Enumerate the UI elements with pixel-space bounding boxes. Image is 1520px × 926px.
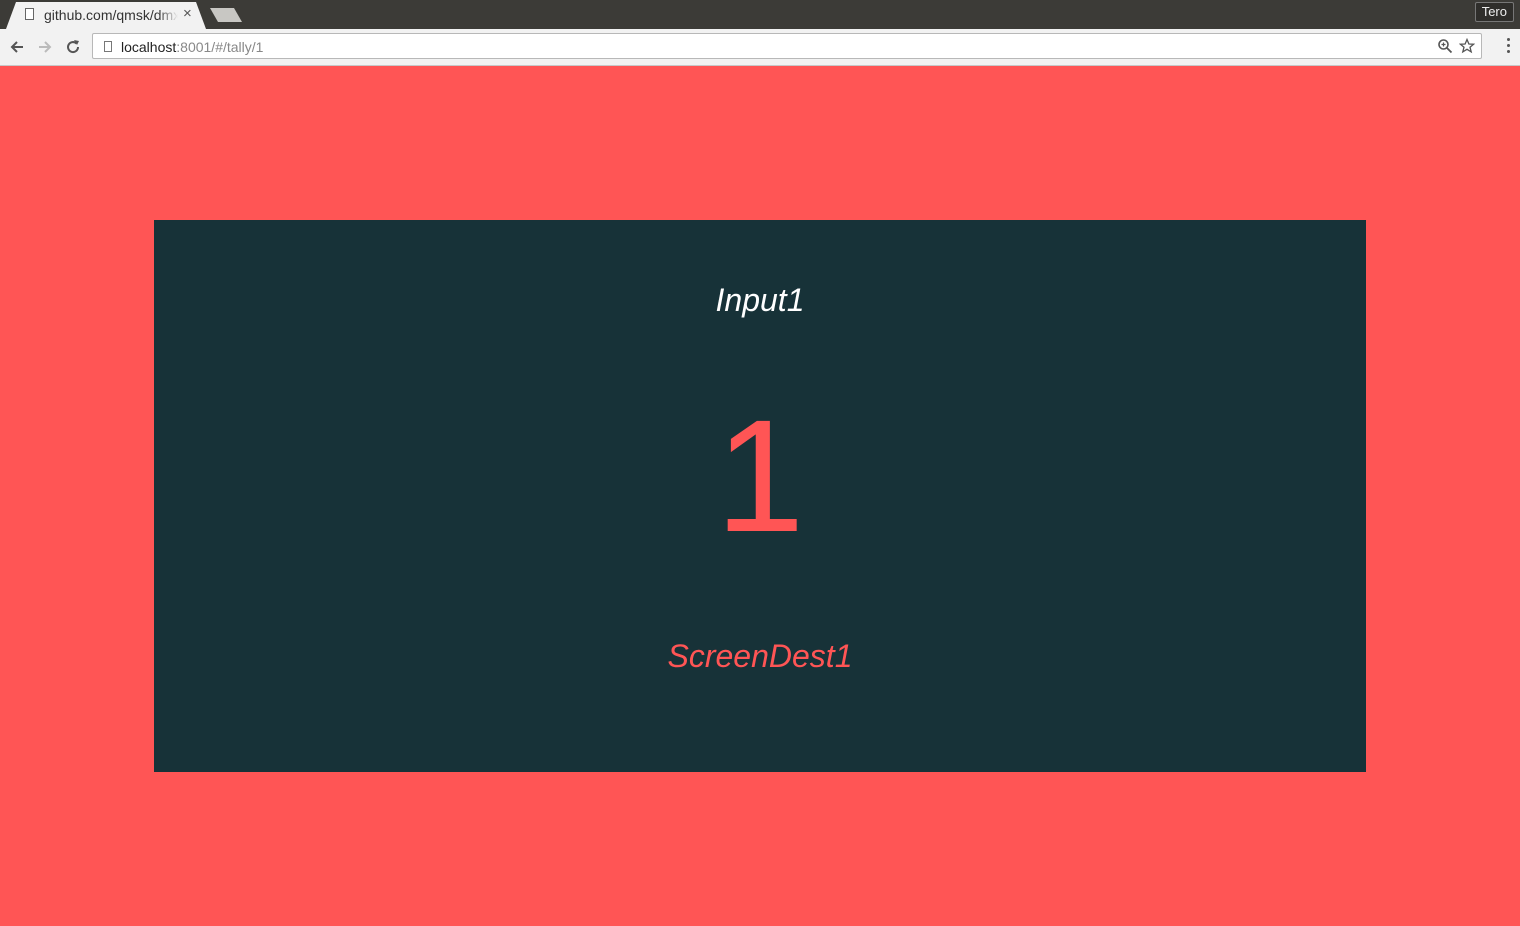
profile-button[interactable]: Tero (1474, 2, 1514, 22)
arrow-right-icon (39, 41, 52, 53)
browser-window: github.com/qmsk/dmxcontrol × Tero localh… (0, 0, 1520, 926)
new-tab-button[interactable] (210, 8, 242, 22)
vertical-dots-icon (1506, 38, 1510, 41)
menu-button[interactable] (1504, 38, 1512, 56)
page-viewport: Input1 1 ScreenDest1 (0, 66, 1520, 926)
reload-button[interactable] (62, 36, 84, 58)
reload-icon (67, 40, 80, 54)
star-icon[interactable] (1459, 38, 1475, 54)
zoom-icon[interactable] (1437, 38, 1453, 54)
tally-destination-name: ScreenDest1 (667, 638, 853, 674)
address-bar[interactable]: localhost:8001/#/tally/1 (92, 33, 1482, 59)
close-icon[interactable]: × (183, 6, 192, 22)
address-host: localhost (121, 39, 177, 55)
tally-panel: Input1 1 ScreenDest1 (154, 220, 1366, 772)
forward-button[interactable] (34, 36, 56, 58)
page-icon (104, 41, 112, 52)
arrow-left-icon (10, 41, 23, 53)
tally-input-name: Input1 (715, 282, 805, 318)
address-url[interactable]: localhost:8001/#/tally/1 (121, 39, 263, 55)
browser-tab[interactable]: github.com/qmsk/dmxcontrol × (6, 2, 206, 29)
tab-strip: github.com/qmsk/dmxcontrol × Tero (0, 0, 1520, 29)
back-button[interactable] (6, 36, 28, 58)
tally-number: 1 (715, 386, 805, 565)
tab-title: github.com/qmsk/dmxcontrol (44, 7, 178, 23)
page-icon (25, 8, 34, 20)
browser-toolbar: localhost:8001/#/tally/1 (0, 29, 1520, 66)
address-path: :8001/#/tally/1 (176, 39, 264, 55)
